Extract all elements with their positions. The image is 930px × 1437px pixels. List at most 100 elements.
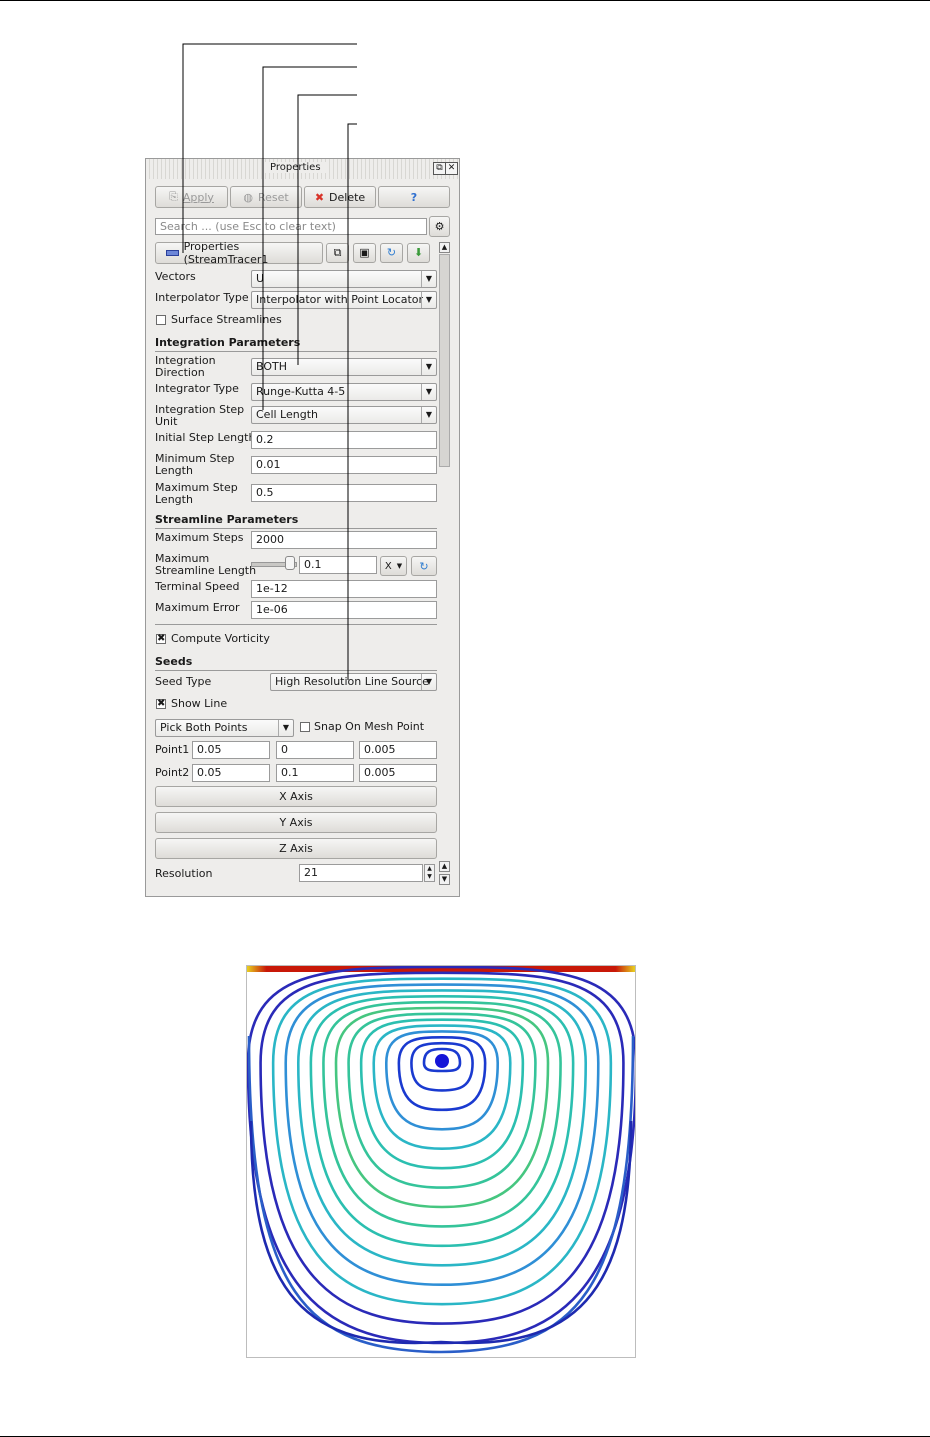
vectors-value: U [256,272,265,285]
reset-button[interactable]: ◍ Reset [230,186,302,208]
point1-y-field[interactable]: 0 [276,741,354,759]
initial-step-label: Initial Step Length [155,431,256,444]
integrator-type-select[interactable]: Runge-Kutta 4-5 ▼ [251,383,437,401]
reset-icon: ◍ [243,190,253,204]
max-length-axis-select[interactable]: X ▼ [380,556,407,576]
seed-type-select[interactable]: High Resolution Line Source ▼ [270,673,437,691]
help-button[interactable]: ? [378,186,450,208]
surface-streamlines-label: Surface Streamlines [171,313,282,326]
vectors-label: Vectors [155,270,196,283]
max-step-field[interactable]: 0.5 [251,484,437,502]
refresh-button[interactable]: ↻ [411,556,437,576]
slider-handle[interactable] [285,556,295,570]
step-unit-value: Cell Length [256,408,318,421]
max-length-label-2: Streamline Length [155,564,257,577]
collapse-bar-icon [166,250,179,256]
copy-icon[interactable]: ⧉ [326,243,349,263]
point2-y-field[interactable]: 0.1 [276,764,354,782]
properties-header-button[interactable]: Properties (StreamTracer1 [155,240,323,266]
close-icon[interactable]: ✕ [445,162,458,175]
initial-step-field[interactable]: 0.2 [251,431,437,449]
streamline-loop [309,994,575,1248]
chevron-down-icon: ▼ [421,674,436,690]
delete-icon: ✖ [314,190,325,204]
terminal-speed-field[interactable]: 1e-12 [251,580,437,598]
max-steps-field[interactable]: 2000 [251,531,437,549]
streamline-loop [322,1000,562,1228]
compute-vorticity-label: Compute Vorticity [171,632,270,645]
properties-panel: Properties ⧉ ✕ ⎘ Apply ◍ Reset ✖ Delete … [145,158,460,897]
integrator-type-value: Runge-Kutta 4-5 [256,385,346,398]
resolution-field[interactable]: 21 [299,864,423,882]
vortex-core [435,1054,449,1068]
scroll-up-arrow[interactable]: ▲ [439,242,450,253]
x-axis-label: X Axis [279,790,313,803]
streamline-section-title: Streamline Parameters [155,513,437,529]
max-error-label: Maximum Error [155,601,240,614]
interpolator-value: Interpolator with Point Locator [256,293,424,306]
show-line-checkbox[interactable]: ✖ [156,699,166,709]
paste-icon[interactable]: ▣ [353,243,376,263]
restore-icon[interactable]: ↻ [380,243,403,263]
snap-label: Snap On Mesh Point [314,720,425,733]
z-axis-button[interactable]: Z Axis [155,838,437,859]
integration-direction-label-2: Direction [155,366,205,379]
chevron-down-icon: ▼ [396,562,403,570]
pick-points-select[interactable]: Pick Both Points ▼ [155,719,294,737]
chevron-down-icon: ▼ [421,292,436,308]
y-axis-button[interactable]: Y Axis [155,812,437,833]
min-step-label-2: Length [155,464,193,477]
apply-button[interactable]: ⎘ Apply [155,186,228,208]
min-step-field[interactable]: 0.01 [251,456,437,474]
scroll-thumb[interactable] [439,254,450,467]
apply-icon: ⎘ [169,190,178,203]
snap-checkbox[interactable] [300,722,310,732]
terminal-speed-label: Terminal Speed [155,580,240,593]
resolution-spin[interactable]: ▲ ▼ [424,864,435,882]
panel-titlebar: Properties ⧉ ✕ [146,159,459,179]
point1-z-field[interactable]: 0.005 [359,741,437,759]
scroll-down-arrow[interactable]: ▼ [439,874,450,885]
point1-label: Point1 [155,743,190,756]
x-axis-button[interactable]: X Axis [155,786,437,807]
max-step-label-2: Length [155,493,193,506]
point2-x-field[interactable]: 0.05 [192,764,270,782]
point2-z-field[interactable]: 0.005 [359,764,437,782]
integration-direction-select[interactable]: BOTH ▼ [251,358,437,376]
properties-header-label: Properties (StreamTracer1 [183,240,269,266]
help-label: ? [410,190,418,204]
show-line-label: Show Line [171,697,228,710]
compute-vorticity-checkbox[interactable]: ✖ [156,634,166,644]
delete-button[interactable]: ✖ Delete [304,186,376,208]
chevron-down-icon: ▼ [278,720,293,736]
step-unit-label-2: Unit [155,415,178,428]
step-unit-select[interactable]: Cell Length ▼ [251,406,437,424]
surface-streamlines-checkbox[interactable] [156,315,166,325]
streamline-loop [271,977,613,1306]
integrator-type-label: Integrator Type [155,382,239,395]
seeds-section-title: Seeds [155,655,437,671]
chevron-down-icon: ▼ [421,384,436,400]
panel-scrollbar[interactable]: ▲ [439,242,450,887]
seed-type-value: High Resolution Line Source [275,675,429,688]
z-axis-label: Z Axis [279,842,313,855]
divider [155,624,437,625]
y-axis-label: Y Axis [279,816,313,829]
integration-section-title: Integration Parameters [155,336,437,352]
scroll-up-arrow-bottom[interactable]: ▲ [439,861,450,872]
delete-label: Delete [329,190,366,204]
panel-title: Properties [264,162,327,173]
max-steps-label: Maximum Steps [155,531,244,544]
vectors-select[interactable]: U ▼ [251,270,437,288]
chevron-down-icon: ▼ [421,271,436,287]
search-input[interactable]: Search ... (use Esc to clear text) [155,218,427,235]
max-error-field[interactable]: 1e-06 [251,601,437,619]
save-default-icon[interactable]: ⬇ [407,243,430,263]
apply-label: Apply [182,190,214,204]
point1-x-field[interactable]: 0.05 [192,741,270,759]
max-length-field[interactable]: 0.1 [299,556,377,574]
advanced-gear-button[interactable]: ⚙ [429,216,450,237]
point2-label: Point2 [155,766,190,779]
top-rule [0,0,930,1]
interpolator-select[interactable]: Interpolator with Point Locator ▼ [251,291,437,309]
